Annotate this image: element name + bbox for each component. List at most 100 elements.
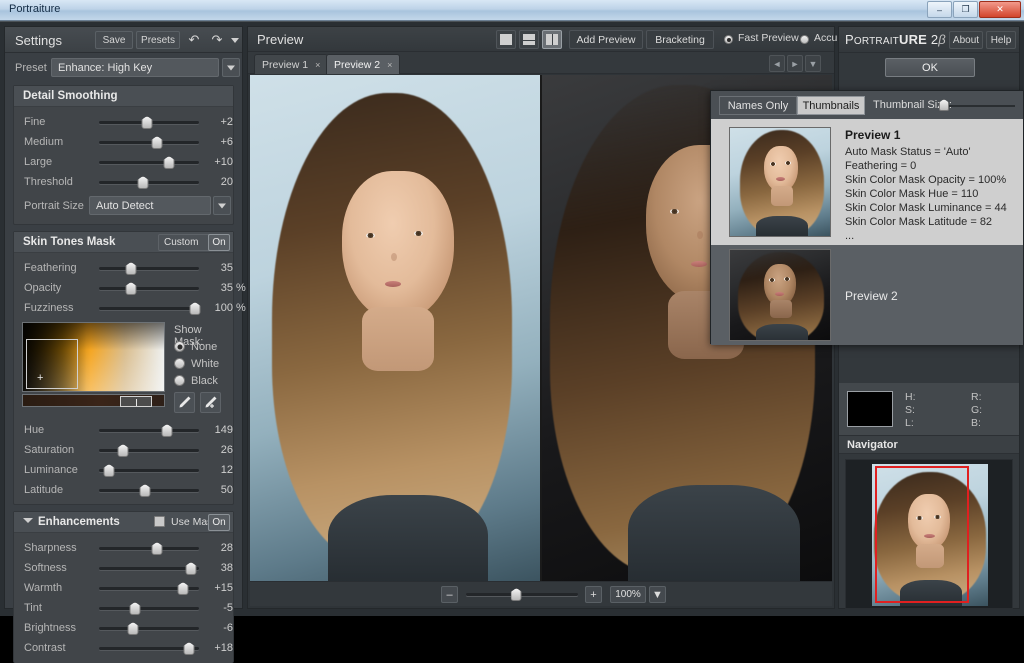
preset-dropdown-arrow[interactable] [222,58,240,77]
slider-hue[interactable]: Hue 149 [14,420,233,440]
slider-knob[interactable] [152,542,163,555]
slider-track[interactable] [99,121,199,124]
use-mask-checkbox[interactable] [154,516,165,527]
enhancements-header[interactable]: Enhancements Use Mask On [14,512,233,533]
split-horizontal-icon[interactable] [519,30,539,49]
slider-feathering[interactable]: Feathering 35 [14,258,233,278]
radio-icon[interactable] [174,341,185,352]
close-icon[interactable]: × [387,60,392,70]
thumbnails-button[interactable]: Thumbnails [797,96,865,115]
zoom-slider-track[interactable] [466,593,578,596]
tab-next-button[interactable]: ► [787,55,803,72]
tab-prev-button[interactable]: ◄ [769,55,785,72]
preview-list-popup[interactable]: Names Only Thumbnails Thumbnail Size: [710,90,1024,344]
about-button[interactable]: About [949,31,983,49]
slider-knob[interactable] [162,424,173,437]
slider-knob[interactable] [118,444,129,457]
slider-warmth[interactable]: Warmth +15 [14,578,233,598]
minimize-button[interactable]: – [927,1,952,18]
slider-track[interactable] [99,647,199,650]
slider-track[interactable] [99,547,199,550]
slider-knob[interactable] [130,602,141,615]
slider-sharpness[interactable]: Sharpness 28 [14,538,233,558]
zoom-out-button[interactable]: – [441,586,458,603]
save-button[interactable]: Save [95,31,133,49]
slider-knob[interactable] [140,484,151,497]
settings-menu-button[interactable] [228,31,242,49]
slider-brightness[interactable]: Brightness -6 [14,618,233,638]
color-swatch[interactable] [847,391,893,427]
single-view-icon[interactable] [496,30,516,49]
slider-track[interactable] [99,267,199,270]
slider-large[interactable]: Large +10 [14,152,233,172]
collapse-chevron-icon[interactable] [23,518,33,523]
slider-knob[interactable] [184,642,195,655]
slider-contrast[interactable]: Contrast +18 [14,638,233,658]
slider-knob[interactable] [126,282,137,295]
slider-knob[interactable] [152,136,163,149]
eyedropper-icon[interactable] [174,392,195,413]
tab-preview-2[interactable]: Preview 2 × [326,54,400,74]
slider-track[interactable] [99,161,199,164]
popup-item-preview-2[interactable]: Preview 2 [711,245,1023,345]
zoom-menu-button[interactable]: ▼ [649,586,666,603]
add-preview-button[interactable]: Add Preview [569,30,643,49]
slider-knob[interactable] [128,622,139,635]
slider-track[interactable] [99,627,199,630]
slider-track[interactable] [99,287,199,290]
eyedropper-add-icon[interactable] [200,392,221,413]
help-button[interactable]: Help [986,31,1016,49]
slider-fine[interactable]: Fine +2 [14,112,233,132]
slider-track[interactable] [99,429,199,432]
slider-track[interactable] [99,587,199,590]
popup-item-preview-1[interactable]: Preview 1 Auto Mask Status = 'Auto' Feat… [711,119,1023,245]
slider-knob[interactable] [126,262,137,275]
skin-color-gradient[interactable] [22,322,165,392]
slider-medium[interactable]: Medium +6 [14,132,233,152]
ok-button[interactable]: OK [885,58,975,77]
slider-knob[interactable] [186,562,197,575]
zoom-level-value[interactable]: 100% [610,586,646,603]
slider-threshold[interactable]: Threshold 20 [14,172,233,192]
navigator-viewport-rect[interactable] [875,466,969,603]
bracketing-button[interactable]: Bracketing [646,30,714,49]
slider-fuzziness[interactable]: Fuzziness 100 % [14,298,233,318]
accurate-radio[interactable] [800,35,809,44]
undo-button[interactable]: ↶ [183,31,205,49]
portrait-size-arrow[interactable] [213,196,231,215]
radio-icon[interactable] [174,358,185,369]
slider-knob[interactable] [164,156,175,169]
portrait-size-dropdown[interactable]: Auto Detect [89,196,211,215]
maximize-button[interactable]: ❐ [953,1,978,18]
slider-track[interactable] [99,469,199,472]
preset-dropdown[interactable]: Enhance: High Key [51,58,219,77]
slider-track[interactable] [99,449,199,452]
tab-preview-1[interactable]: Preview 1 × [254,54,328,74]
zoom-slider-knob[interactable] [511,588,522,601]
fast-preview-radio[interactable] [724,35,733,44]
slider-track[interactable] [99,141,199,144]
slider-luminance[interactable]: Luminance 12 [14,460,233,480]
slider-knob[interactable] [138,176,149,189]
slider-track[interactable] [99,489,199,492]
redo-button[interactable]: ↷ [206,31,228,49]
skin-color-selection[interactable] [26,339,78,389]
zoom-in-button[interactable]: + [585,586,602,603]
slider-knob[interactable] [142,116,153,129]
slider-knob[interactable] [190,302,201,315]
close-icon[interactable]: × [315,60,320,70]
slider-knob[interactable] [178,582,189,595]
slider-opacity[interactable]: Opacity 35 % [14,278,233,298]
slider-track[interactable] [99,181,199,184]
skin-tones-toggle[interactable]: On [208,234,230,251]
presets-button[interactable]: Presets [136,31,180,49]
tab-menu-button[interactable]: ▼ [805,55,821,72]
slider-latitude[interactable]: Latitude 50 [14,480,233,500]
skin-tone-range-knob[interactable] [120,396,152,407]
close-button[interactable]: ✕ [979,1,1021,18]
slider-track[interactable] [99,307,199,310]
skin-tone-range-bar[interactable] [22,394,165,407]
slider-tint[interactable]: Tint -5 [14,598,233,618]
split-vertical-icon[interactable] [542,30,562,49]
radio-icon[interactable] [174,375,185,386]
